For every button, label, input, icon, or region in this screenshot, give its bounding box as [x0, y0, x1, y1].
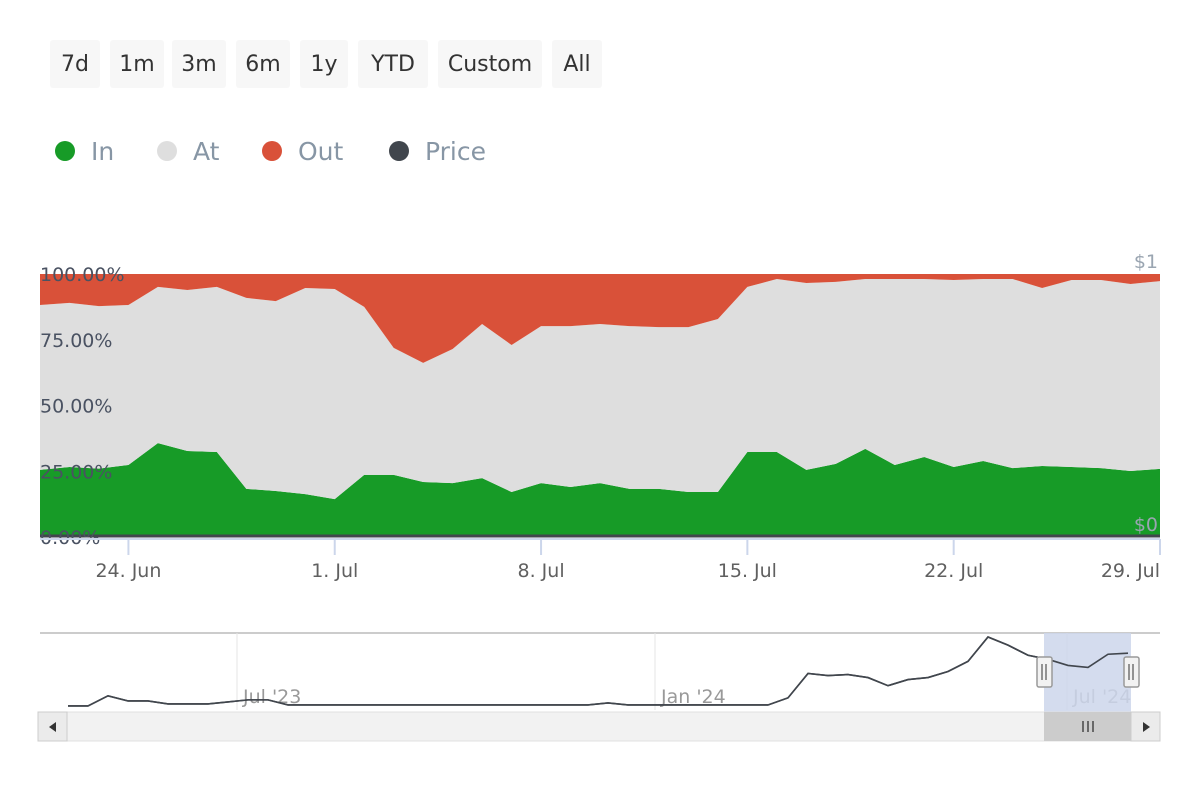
x-tick-label: 29. Jul [1101, 560, 1160, 582]
y-tick-label: 75.00% [40, 330, 112, 352]
x-tick-label: 8. Jul [518, 560, 565, 582]
x-tick-label: 22. Jul [924, 560, 983, 582]
y2-tick-label: $0 [1134, 514, 1158, 536]
y-tick-label: 25.00% [40, 461, 112, 483]
y2-tick-label: $1 [1134, 251, 1158, 273]
scrollbar-thumb[interactable] [1044, 712, 1131, 741]
scrollbar[interactable] [37, 711, 1161, 742]
stock-chart: 0.00%25.00%50.00%75.00%100.00%$0$1 24. J… [37, 251, 1161, 742]
navigator-handle-right[interactable] [1123, 656, 1140, 688]
navigator-price-line-overlay [68, 636, 1129, 707]
x-tick-label: 1. Jul [311, 560, 358, 582]
y-tick-label: 50.00% [40, 396, 112, 418]
plot-area [40, 274, 1160, 538]
navigator-handle-left[interactable] [1036, 656, 1053, 688]
x-tick-label: 24. Jun [95, 560, 161, 582]
y-tick-label: 100.00% [40, 264, 125, 286]
scroll-right-button[interactable] [1130, 711, 1161, 742]
x-tick-label: 15. Jul [718, 560, 777, 582]
navigator-selection[interactable] [1044, 633, 1131, 712]
scrollbar-track[interactable] [37, 711, 1161, 742]
navigator-price-line [68, 636, 1129, 707]
scroll-left-button[interactable] [37, 711, 68, 742]
x-axis: 24. Jun 1. Jul 8. Jul 15. Jul 22. Jul 29. Jul [40, 538, 1161, 582]
navigator[interactable]: Jul '23Jan '24Jul '24 [40, 632, 1160, 712]
